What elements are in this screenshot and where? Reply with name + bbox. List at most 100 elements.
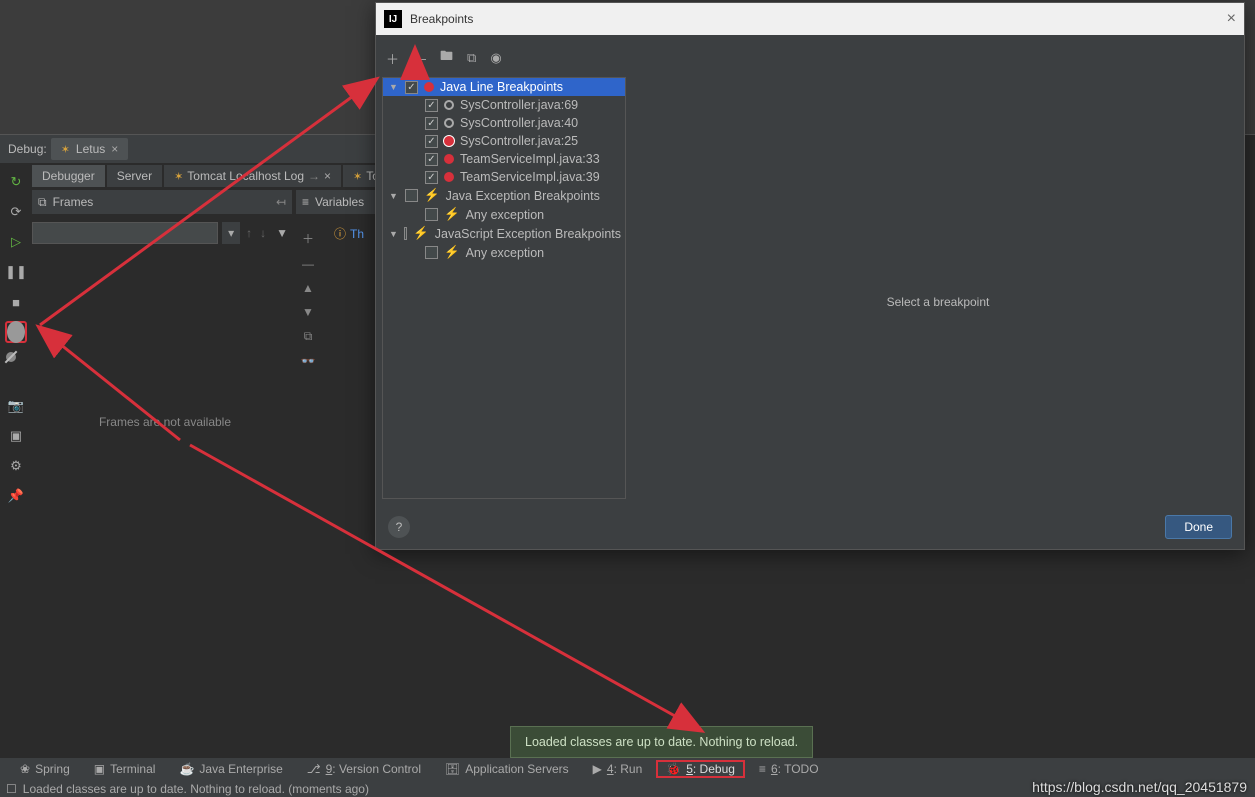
done-button[interactable]: Done <box>1165 515 1232 539</box>
group-by-file-icon[interactable]: 🖿 <box>440 47 453 69</box>
bolt-icon: ⚡ <box>413 226 429 241</box>
remove-watch-icon[interactable]: — <box>302 257 314 271</box>
breakpoint-toolbar: ＋ — 🖿 ⧉ ◉ <box>382 45 626 77</box>
camera-icon[interactable]: 📷 <box>5 395 27 417</box>
tomcat-icon: ✶ <box>61 143 70 156</box>
debug-label: Debug: <box>8 142 47 156</box>
srv-icon: 🗄 <box>445 762 460 776</box>
settings-icon[interactable]: ⚙ <box>5 455 27 477</box>
bug-icon: 🐞 <box>666 762 681 776</box>
tool-versioncontrol[interactable]: ⎇9: Version Control <box>297 760 431 778</box>
glasses-icon[interactable]: 👓 <box>301 354 316 368</box>
tab-server[interactable]: Server <box>107 165 162 187</box>
layout-icon[interactable]: ▣ <box>5 425 27 447</box>
any-exception-item[interactable]: ⚡ Any exception <box>383 205 625 224</box>
dialog-titlebar: IJ Breakpoints × <box>376 3 1244 35</box>
dropdown-arrow-icon[interactable]: ▾ <box>222 222 240 244</box>
checkbox[interactable] <box>425 99 438 112</box>
close-icon[interactable]: × <box>111 142 118 156</box>
checkbox[interactable] <box>425 208 438 221</box>
tool-applicationservers[interactable]: 🗄Application Servers <box>435 760 579 778</box>
update-icon[interactable]: ⟳ <box>5 201 27 223</box>
close-icon[interactable]: × <box>1227 10 1236 28</box>
move-up-icon[interactable]: ▲ <box>302 281 314 295</box>
tool-spring[interactable]: ❀Spring <box>10 760 80 778</box>
play-icon: ▶ <box>593 762 602 776</box>
term-icon: ▣ <box>94 762 105 776</box>
stop-icon[interactable]: ■ <box>5 291 27 313</box>
breakpoint-icon <box>443 135 455 147</box>
spacer <box>5 381 27 387</box>
item-label: SysController.java:25 <box>460 134 578 148</box>
arrow-icon: → <box>308 169 320 183</box>
tool-javaenterprise[interactable]: ☕Java Enterprise <box>169 760 292 778</box>
tab-debugger[interactable]: Debugger <box>32 165 105 187</box>
java-exception-group[interactable]: ▼ ⚡ Java Exception Breakpoints <box>383 186 625 205</box>
view-breakpoints-button[interactable] <box>5 321 27 343</box>
frames-icon: ⧉ <box>38 195 47 210</box>
group-icon[interactable]: ◉ <box>490 50 501 66</box>
frames-empty-text: Frames are not available <box>40 415 290 429</box>
checkbox[interactable] <box>425 171 438 184</box>
add-watch-icon[interactable]: ＋ <box>302 230 314 247</box>
java-line-breakpoints-group[interactable]: ▼ Java Line Breakpoints <box>383 78 625 96</box>
mute-breakpoints-icon[interactable] <box>5 351 27 373</box>
bolt-icon: ⚡ <box>444 207 460 222</box>
checkbox[interactable] <box>425 246 438 259</box>
leaf-icon: ❀ <box>20 762 30 776</box>
group-label: Java Exception Breakpoints <box>446 189 600 203</box>
group-by-class-icon[interactable]: ⧉ <box>467 50 476 66</box>
breakpoint-item[interactable]: TeamServiceImpl.java:39 <box>383 168 625 186</box>
breakpoint-tree[interactable]: ▼ Java Line Breakpoints SysController.ja… <box>382 77 626 499</box>
pin-icon[interactable]: 📌 <box>5 485 27 507</box>
status-text: Loaded classes are up to date. Nothing t… <box>23 782 369 796</box>
tomcat-icon: ✶ <box>174 170 183 183</box>
prev-icon[interactable]: ↑ <box>244 226 254 240</box>
chevron-down-icon[interactable]: ▼ <box>389 82 399 92</box>
checkbox[interactable] <box>405 189 418 202</box>
resume-icon[interactable]: ▷ <box>5 231 27 253</box>
placeholder-text: Select a breakpoint <box>887 295 990 309</box>
debug-toolwindow-header: Debug: ✶ Letus × <box>0 135 375 163</box>
tool-run[interactable]: ▶4: Run <box>583 760 653 778</box>
remove-breakpoint-icon[interactable]: — <box>413 51 426 66</box>
item-label: SysController.java:40 <box>460 116 578 130</box>
item-label: SysController.java:69 <box>460 98 578 112</box>
checkbox[interactable] <box>425 135 438 148</box>
checkbox[interactable] <box>404 227 407 240</box>
debug-config-tab[interactable]: ✶ Letus × <box>51 138 129 160</box>
thread-dropdown[interactable] <box>32 222 218 244</box>
tomcat-icon: ✶ <box>353 170 362 183</box>
close-icon[interactable]: × <box>324 169 331 183</box>
item-label: TeamServiceImpl.java:39 <box>460 170 600 184</box>
move-down-icon[interactable]: ▼ <box>302 305 314 319</box>
pause-icon[interactable]: ❚❚ <box>5 261 27 283</box>
previous-frame-icon[interactable]: ↤ <box>276 195 286 209</box>
rerun-icon[interactable]: ↻ <box>5 171 27 193</box>
debug-subtabs: Debugger Server ✶ Tomcat Localhost Log →… <box>32 163 399 189</box>
variables-title: Variables <box>315 195 364 209</box>
add-breakpoint-icon[interactable]: ＋ <box>386 49 399 68</box>
breakpoint-item[interactable]: TeamServiceImpl.java:33 <box>383 150 625 168</box>
chevron-down-icon[interactable]: ▼ <box>389 229 398 239</box>
breakpoint-item[interactable]: SysController.java:69 <box>383 96 625 114</box>
js-exception-group[interactable]: ▼ ⚡ JavaScript Exception Breakpoints <box>383 224 625 243</box>
copy-icon[interactable]: ⧉ <box>304 329 313 344</box>
help-button[interactable]: ? <box>388 516 410 538</box>
breakpoint-item[interactable]: SysController.java:40 <box>383 114 625 132</box>
next-icon[interactable]: ↓ <box>258 226 268 240</box>
checkbox[interactable] <box>425 153 438 166</box>
breakpoint-item[interactable]: SysController.java:25 <box>383 132 625 150</box>
tool-debug[interactable]: 🐞5: Debug <box>656 760 745 778</box>
filter-icon[interactable]: ▼ <box>272 226 292 240</box>
checkbox[interactable] <box>405 81 418 94</box>
any-exception-item[interactable]: ⚡ Any exception <box>383 243 625 262</box>
tool-todo[interactable]: ≡6: TODO <box>749 760 829 778</box>
chevron-down-icon[interactable]: ▼ <box>389 191 399 201</box>
checkbox[interactable] <box>425 117 438 130</box>
tab-tomcat-log[interactable]: ✶ Tomcat Localhost Log → × <box>164 165 341 187</box>
dialog-title: Breakpoints <box>410 12 473 26</box>
cup-icon: ☕ <box>179 762 194 776</box>
tool-terminal[interactable]: ▣Terminal <box>84 760 166 778</box>
branch-icon: ⎇ <box>307 762 321 776</box>
